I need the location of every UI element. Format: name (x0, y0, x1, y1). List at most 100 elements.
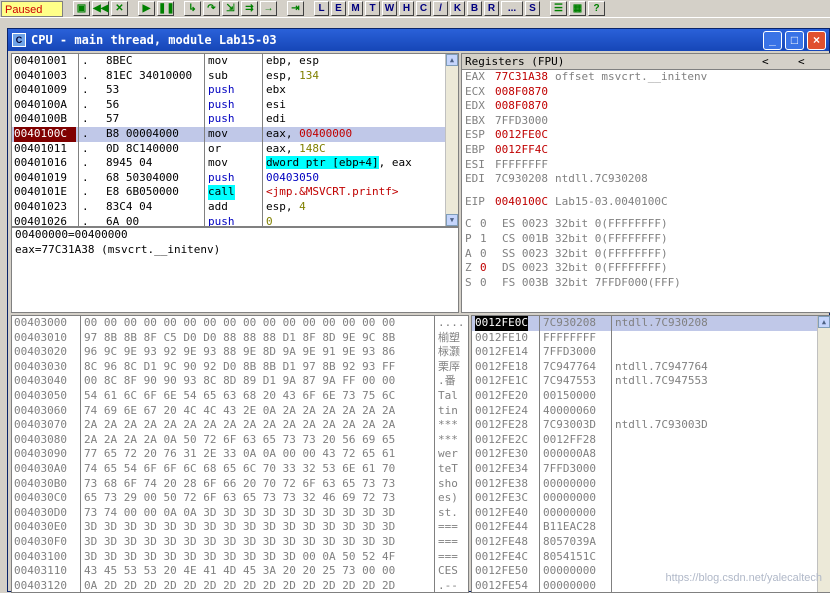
stack-row[interactable]: 0012FE28 7C93003D ntdll.7C93003D (472, 418, 830, 433)
execute-till-return-icon[interactable]: → (260, 1, 277, 16)
trace-over-icon[interactable]: ⇉ (241, 1, 258, 16)
stack-row[interactable]: 0012FE14 7FFD3000 (472, 345, 830, 360)
stack-value: FFFFFFFF (543, 330, 596, 344)
scroll-up-icon[interactable]: ▲ (446, 54, 458, 66)
stack-value: 0012FF28 (543, 432, 596, 446)
call-stack-button[interactable]: K (450, 1, 465, 16)
pause-icon[interactable]: ❚❚ (157, 1, 175, 16)
registers-header[interactable]: Registers (FPU) < < (462, 54, 830, 70)
stack-row[interactable]: 0012FE40 00000000 (472, 506, 830, 521)
stack-row[interactable]: 0012FE0C 7C930208 ntdll.7C930208 (472, 316, 830, 331)
flag-row[interactable]: C 0 ES 0023 32bit 0(FFFFFFFF) (462, 217, 830, 232)
register-row[interactable]: ECX 008F0870 (462, 85, 830, 100)
step-over-icon[interactable]: ↷ (203, 1, 220, 16)
scroll-up-icon[interactable]: ▲ (818, 316, 830, 328)
breakpoints-button[interactable]: B (467, 1, 482, 16)
disasm-address: 0040100C (14, 126, 76, 142)
restart-icon[interactable]: ◀◀ (92, 1, 109, 16)
operand-text: , eax (378, 156, 412, 170)
stack-row[interactable]: 0012FE10 FFFFFFFF (472, 331, 830, 346)
operand-number: 0 (266, 214, 273, 227)
patches-button[interactable]: / (433, 1, 448, 16)
flag-row[interactable]: S 0 FS 003B 32bit 7FFDF000(FFF) (462, 276, 830, 291)
stack-row[interactable]: 0012FE3C 00000000 (472, 491, 830, 506)
dump-address: 00403030 (14, 359, 67, 373)
dump-ascii: === (438, 520, 458, 534)
stack-row[interactable]: 0012FE20 00150000 (472, 389, 830, 404)
register-row[interactable]: EDI 7C930208 ntdll.7C930208 (462, 172, 830, 187)
modules-button[interactable]: E (331, 1, 346, 16)
memory-dump-pane[interactable]: 00403000 00 00 00 00 00 00 00 00 00 00 00… (11, 315, 469, 593)
stack-row[interactable]: 0012FE38 00000000 (472, 477, 830, 492)
flag-row[interactable]: P 1 CS 001B 32bit 0(FFFFFFFF) (462, 232, 830, 247)
stack-row[interactable]: 0012FE34 7FFD3000 (472, 462, 830, 477)
disassembly-pane[interactable]: 00401001. 8BEC mov ebp, esp 00401003. 81EC 34… (11, 53, 459, 227)
register-row[interactable]: EAX 77C31A38 offset msvcrt.__initenv (462, 70, 830, 85)
stack-row[interactable]: 0012FE1C 7C947553 ntdll.7C947553 (472, 374, 830, 389)
stack-address: 0012FE10 (475, 330, 528, 344)
grid-icon[interactable]: ▦ (569, 1, 586, 16)
cpu-button[interactable]: C (416, 1, 431, 16)
arrow-left-icon[interactable]: < (798, 54, 805, 69)
stack-row[interactable]: 0012FE30 000000A8 (472, 447, 830, 462)
stack-scrollbar[interactable]: ▲ (817, 316, 830, 592)
flag-name: Z (465, 261, 472, 275)
handles-button[interactable]: H (399, 1, 414, 16)
references-button[interactable]: R (484, 1, 499, 16)
disassembly-scrollbar[interactable]: ▲ ▼ (445, 54, 458, 226)
register-row-eip[interactable]: EIP 0040100C Lab15-03.0040100C (462, 195, 830, 210)
stack-row[interactable]: 0012FE4C 8054151C (472, 550, 830, 565)
close-icon[interactable]: ✕ (111, 1, 128, 16)
run-icon[interactable]: ▶ (138, 1, 155, 16)
disasm-address: 00401009 (14, 83, 67, 97)
flag-row[interactable]: A 0 SS 0023 32bit 0(FFFFFFFF) (462, 247, 830, 262)
trace-into-icon[interactable]: ⇲ (222, 1, 239, 16)
flag-row[interactable]: Z 0 DS 0023 32bit 0(FFFFFFFF) (462, 261, 830, 276)
register-row[interactable]: ESP 0012FE0C (462, 128, 830, 143)
list-icon[interactable]: ☰ (550, 1, 567, 16)
register-row[interactable]: EBX 7FFD3000 (462, 114, 830, 129)
dump-hex: 3D 3D 3D 3D 3D 3D 3D 3D 3D 3D 3D 3D 3D 3… (84, 520, 396, 534)
dump-address: 00403070 (14, 418, 67, 432)
register-value: 0012FE0C (495, 128, 548, 142)
disasm-hex: B8 00004000 (106, 126, 179, 140)
maximize-button[interactable]: □ (785, 30, 804, 50)
windows-button[interactable]: W (382, 1, 397, 16)
arrow-left-icon[interactable]: < (762, 54, 769, 69)
register-row[interactable]: EDX 008F0870 (462, 99, 830, 114)
log-window-button[interactable]: L (314, 1, 329, 16)
window-titlebar[interactable]: C CPU - main thread, module Lab15-03 _ □… (8, 29, 829, 51)
stack-value: 7C93003D (543, 418, 596, 432)
stack-pane[interactable]: 0012FE0C 7C930208 ntdll.7C930208 0012FE10 FF… (471, 315, 830, 593)
help-icon[interactable]: ? (588, 1, 605, 16)
memory-button[interactable]: M (348, 1, 363, 16)
stack-row[interactable]: 0012FE2C 0012FF28 (472, 433, 830, 448)
stack-row[interactable]: 0012FE44 B11EAC28 (472, 520, 830, 535)
step-into-icon[interactable]: ↳ (184, 1, 201, 16)
operand-text: ebp, esp (266, 54, 319, 67)
registers-pane[interactable]: Registers (FPU) < < EAX 77C31A38 offset ms… (461, 53, 830, 313)
register-row[interactable]: EBP 0012FF4C (462, 143, 830, 158)
stack-value: 7C930208 (543, 316, 596, 329)
goto-icon[interactable]: ⇥ (287, 1, 304, 16)
close-button[interactable]: × (807, 30, 826, 50)
window-title: CPU - main thread, module Lab15-03 (31, 33, 277, 47)
register-comment: offset msvcrt.__initenv (554, 70, 708, 83)
scroll-down-icon[interactable]: ▼ (446, 214, 458, 226)
run-trace-button[interactable]: ... (501, 1, 523, 16)
register-row[interactable]: ESI FFFFFFFF (462, 158, 830, 173)
stack-value: 00000000 (543, 476, 596, 490)
stack-value: 00000000 (543, 564, 596, 578)
stack-row[interactable]: 0012FE18 7C947764 ntdll.7C947764 (472, 360, 830, 375)
disasm-marker: . (82, 112, 89, 126)
stack-address: 0012FE1C (475, 374, 528, 388)
threads-button[interactable]: T (365, 1, 380, 16)
stack-row[interactable]: 0012FE24 40000060 (472, 404, 830, 419)
source-button[interactable]: S (525, 1, 540, 16)
disasm-marker: . (82, 97, 89, 111)
open-icon[interactable]: ▣ (73, 1, 90, 16)
register-value: 0040100C (495, 194, 548, 208)
disasm-marker: . (82, 126, 89, 140)
minimize-button[interactable]: _ (763, 30, 782, 50)
stack-row[interactable]: 0012FE48 8057039A (472, 535, 830, 550)
